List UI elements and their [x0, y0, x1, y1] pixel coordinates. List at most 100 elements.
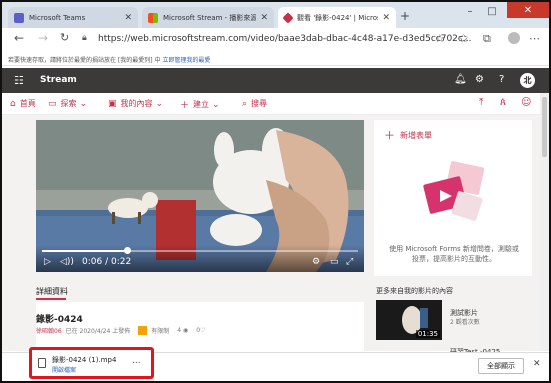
manage-favorites-link[interactable]: 立即管理我的最愛 — [162, 57, 210, 64]
microsoft-icon — [148, 12, 158, 23]
tab-stream-source[interactable]: Microsoft Stream - 播影來源顯示 ✕ — [142, 7, 274, 28]
settings-icon[interactable]: ⚙ — [312, 257, 320, 267]
progress-fill — [42, 250, 128, 252]
upload-icon[interactable]: ⤒ — [479, 97, 483, 108]
nav-create[interactable]: ＋建立 ⌄ — [180, 98, 224, 112]
favorites-hint: 若要快速存取，請將位於最愛的捐站放在 [我的最愛列] 中 — [8, 57, 161, 64]
add-form-button[interactable]: ＋ 新增表單 — [384, 127, 432, 143]
views-count: 4 ◉ — [177, 327, 189, 334]
progress-handle[interactable] — [124, 247, 132, 254]
add-form-label: 新增表單 — [400, 130, 432, 140]
home-icon: ⌂ — [10, 98, 16, 109]
nav-discover[interactable]: ▭ 探索 ⌄ — [48, 98, 91, 109]
tab-teams[interactable]: Microsoft Teams ✕ — [8, 7, 138, 28]
browser-window: Microsoft Teams ✕ Microsoft Stream - 播影來… — [0, 0, 551, 383]
app-launcher-icon[interactable]: ☷ — [14, 74, 24, 87]
forms-description: 使用 Microsoft Forms 新增問卷，測驗或投票，提高影片的互動性。 — [389, 245, 519, 263]
url-field[interactable]: https://web.microsoftstream.com/video/ba… — [98, 34, 471, 44]
forward-arrow-icon[interactable]: → — [38, 31, 48, 45]
video-info-card: 錄影-0424 徐昭翰06 已在 2020/4/24 上發佈 有限制 4 ◉ 0… — [36, 302, 364, 351]
related-video-views: 2 觀看次數 — [450, 319, 480, 326]
search-icon: ⌕ — [242, 98, 248, 109]
nav-search[interactable]: ⌕ 搜尋 — [242, 98, 267, 109]
download-file-name[interactable]: 錄影-0424 (1).mp4 — [52, 355, 116, 365]
video-title: 錄影-0424 — [36, 315, 83, 325]
tab-label: 觀看 '錄影-0424' | Microsoft Stre — [297, 13, 378, 22]
nav-create-label: 建立 — [193, 100, 210, 109]
stream-icon — [282, 11, 294, 24]
likes-count[interactable]: 0♡ — [196, 327, 205, 334]
tab-indicator — [36, 298, 66, 300]
tab-strip: Microsoft Teams ✕ Microsoft Stream - 播影來… — [2, 2, 549, 28]
volume-icon[interactable]: ◁)) — [60, 257, 74, 267]
open-file-link[interactable]: 開啟檔案 — [52, 365, 76, 374]
chevron-down-icon: ⌄ — [79, 98, 88, 109]
page-scrollbar[interactable] — [540, 93, 549, 351]
video-thumbnail[interactable]: 01:35 — [376, 300, 442, 340]
views-value: 4 — [177, 327, 182, 334]
restricted-icon — [138, 326, 148, 335]
discover-icon: ▭ — [48, 98, 57, 109]
profile-icon[interactable] — [508, 32, 520, 44]
tab-stream-video[interactable]: 觀看 '錄影-0424' | Microsoft Stre ✕ — [278, 7, 396, 28]
nav-home[interactable]: ⌂ 首頁 — [10, 98, 36, 109]
nav-my-content[interactable]: ▣ 我的內容 ⌄ — [108, 98, 167, 109]
related-video[interactable]: 01:35 測試影片 2 觀看次數 — [376, 300, 532, 340]
lock-icon[interactable]: 🔒︎ — [82, 33, 87, 43]
nav-home-label: 首頁 — [19, 99, 36, 108]
new-tab-button[interactable]: + — [400, 9, 410, 23]
more-videos-heading: 更多來自我的影片的內容 — [376, 287, 453, 295]
chevron-down-icon: ⌄ — [212, 99, 220, 110]
tab-close-icon[interactable]: ✕ — [260, 13, 268, 23]
video-meta: 徐昭翰06 已在 2020/4/24 上發佈 有限制 4 ◉ 0♡ — [36, 326, 205, 335]
file-icon — [38, 358, 46, 368]
feedback-icon[interactable]: ☺ — [521, 97, 531, 108]
theater-icon[interactable]: ▭ — [330, 257, 339, 267]
scrollbar-thumb[interactable] — [542, 97, 547, 157]
maximize-button[interactable]: □ — [482, 4, 502, 18]
refresh-icon[interactable]: ↻ — [60, 31, 69, 44]
window-close-button[interactable]: ✕ — [507, 2, 549, 18]
minimize-button[interactable]: – — [460, 4, 480, 18]
play-icon[interactable]: ▷ — [44, 257, 51, 267]
owner-link[interactable]: 徐昭翰06 — [36, 326, 62, 335]
notification-icon[interactable]: 🔔︎ — [454, 74, 467, 85]
plus-icon: ＋ — [384, 129, 395, 142]
help-icon[interactable]: ? — [499, 74, 504, 85]
more-icon[interactable]: ⋯ — [529, 32, 540, 45]
progress-bar[interactable] — [42, 247, 358, 254]
favorites-icon[interactable]: ✩ — [459, 32, 468, 45]
download-more-button[interactable]: ... — [132, 356, 141, 366]
video-icon: ▣ — [108, 98, 117, 109]
video-duration: 01:35 — [415, 330, 440, 338]
star-icon[interactable]: ☆ — [435, 32, 445, 45]
nav-discover-label: 探索 — [60, 99, 77, 108]
download-bar-close-icon[interactable]: ✕ — [533, 359, 541, 369]
tab-close-icon[interactable]: ✕ — [124, 13, 132, 23]
tab-label: Microsoft Teams — [29, 13, 86, 22]
app-title: Stream — [40, 75, 77, 85]
settings-icon[interactable]: ⚙ — [475, 74, 484, 85]
tab-close-icon[interactable]: ✕ — [382, 13, 390, 23]
back-arrow-icon[interactable]: ← — [14, 31, 24, 45]
tab-details[interactable]: 詳細資料 — [36, 286, 68, 297]
command-bar: ⌂ 首頁 ▭ 探索 ⌄ ▣ 我的內容 ⌄ ＋建立 ⌄ ⌕ 搜尋 ⤒ ጰ ☺ — [2, 93, 549, 115]
interactivity-panel: ＋ 新增表單 使用 Microsoft Forms 新增問卷，測驗或投票，提高影片… — [374, 120, 532, 276]
stream-header: ☷ Stream 🔔︎ ⚙ ? 北 — [2, 68, 549, 93]
plus-icon: ＋ — [180, 101, 190, 111]
download-item[interactable]: 錄影-0424 (1).mp4 開啟檔案 ... — [29, 347, 154, 379]
favorites-bar: 若要快速存取，請將位於最愛的捐站放在 [我的最愛列] 中 立即管理我的最愛 — [2, 50, 549, 66]
show-all-button[interactable]: 全部顯示 — [478, 358, 524, 374]
nav-search-label: 搜尋 — [251, 99, 268, 108]
published-date: 已在 2020/4/24 上發佈 — [65, 328, 131, 335]
forms-illustration-icon — [423, 161, 485, 221]
tab-label: Microsoft Stream - 播影來源顯示 — [163, 13, 256, 22]
fullscreen-icon[interactable]: ⤢ — [346, 257, 353, 267]
people-icon[interactable]: ጰ — [500, 97, 506, 108]
avatar[interactable]: 北 — [520, 73, 535, 88]
collections-icon[interactable]: ⧉ — [483, 32, 491, 46]
time-display: 0:06 / 0:22 — [82, 257, 132, 267]
player-controls: ▷ ◁)) 0:06 / 0:22 ⚙ ▭ ⤢ — [36, 245, 364, 272]
restriction-label: 有限制 — [151, 328, 170, 335]
chevron-down-icon: ⌄ — [155, 98, 164, 109]
